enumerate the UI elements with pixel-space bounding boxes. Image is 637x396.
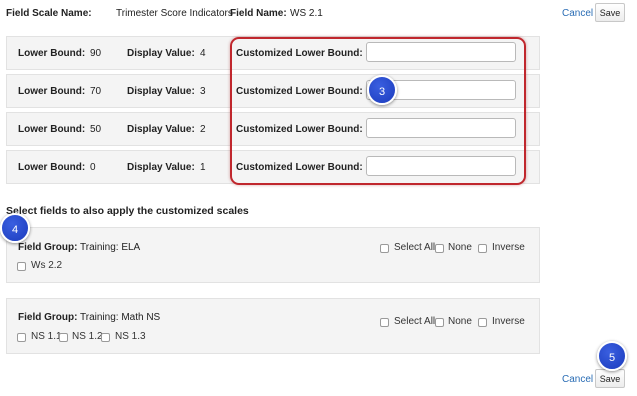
inverse-checkbox[interactable] — [478, 244, 487, 253]
display-value: 4 — [200, 48, 206, 59]
field-group-name: Training: Math NS — [80, 312, 161, 323]
field-label: Ws 2.2 — [31, 260, 63, 271]
field-group-name: Training: ELA — [80, 242, 141, 253]
select-all-checkbox[interactable] — [380, 318, 389, 327]
inverse-label: Inverse — [492, 242, 525, 253]
inverse-checkbox[interactable] — [478, 318, 487, 327]
step-4-callout: 4 — [0, 213, 30, 243]
display-value-label: Display Value: — [127, 86, 195, 97]
select-all-checkbox[interactable] — [380, 244, 389, 253]
display-value: 2 — [200, 124, 206, 135]
lower-bound-value: 90 — [90, 48, 102, 59]
field-group-panel: Field Group: Training: ELA Select All No… — [6, 227, 540, 283]
lower-bound-label: Lower Bound: — [18, 48, 86, 59]
field-name-value: WS 2.1 — [290, 8, 323, 19]
lower-bound-value: 70 — [90, 86, 102, 97]
lower-bound-label: Lower Bound: — [18, 124, 86, 135]
lower-bound-label: Lower Bound: — [18, 162, 86, 173]
step-3-callout: 3 — [367, 75, 397, 105]
display-value: 1 — [200, 162, 206, 173]
field-label: NS 1.1 — [31, 331, 62, 342]
field-name-label: Field Name: — [230, 8, 287, 19]
cancel-link-top[interactable]: Cancel — [562, 8, 593, 19]
field-label: NS 1.2 — [72, 331, 103, 342]
select-all-label: Select All — [394, 316, 436, 327]
field-scale-name-value: Trimester Score Indicators — [116, 8, 233, 19]
field-checkbox[interactable] — [101, 333, 110, 342]
lower-bound-value: 0 — [90, 162, 96, 173]
none-label: None — [448, 316, 472, 327]
field-group-label: Field Group: — [18, 242, 78, 253]
step-5-callout: 5 — [597, 341, 627, 371]
none-checkbox[interactable] — [435, 244, 444, 253]
save-button-bottom[interactable]: Save — [595, 369, 625, 388]
lower-bound-label: Lower Bound: — [18, 86, 86, 97]
field-checkbox[interactable] — [17, 333, 26, 342]
apply-fields-heading: Select fields to also apply the customiz… — [6, 205, 249, 217]
none-label: None — [448, 242, 472, 253]
inverse-label: Inverse — [492, 316, 525, 327]
none-checkbox[interactable] — [435, 318, 444, 327]
cancel-link-bottom[interactable]: Cancel — [562, 374, 593, 385]
field-checkbox[interactable] — [59, 333, 68, 342]
field-group-label: Field Group: — [18, 312, 78, 323]
customized-bounds-highlight — [230, 37, 526, 185]
field-checkbox[interactable] — [17, 262, 26, 271]
lower-bound-value: 50 — [90, 124, 102, 135]
select-all-label: Select All — [394, 242, 436, 253]
display-value-label: Display Value: — [127, 162, 195, 173]
field-label: NS 1.3 — [115, 331, 146, 342]
save-button-top[interactable]: Save — [595, 3, 625, 22]
display-value-label: Display Value: — [127, 124, 195, 135]
display-value: 3 — [200, 86, 206, 97]
field-scale-name-label: Field Scale Name: — [6, 8, 92, 19]
field-group-panel: Field Group: Training: Math NS Select Al… — [6, 298, 540, 354]
display-value-label: Display Value: — [127, 48, 195, 59]
